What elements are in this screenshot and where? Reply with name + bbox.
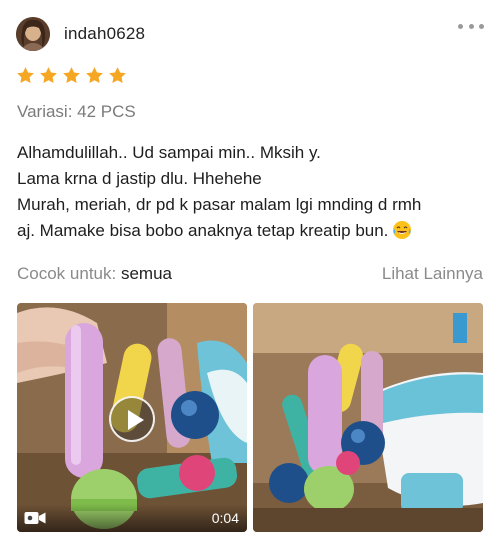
laughing-tears-emoji-icon	[393, 221, 412, 239]
avatar[interactable]	[16, 17, 50, 51]
review-line: Alhamdulillah.. Ud sampai min.. Mksih y.	[17, 143, 321, 162]
star-rating	[16, 66, 127, 85]
avatar-photo	[16, 17, 50, 51]
more-dots-icon[interactable]	[458, 20, 484, 32]
play-icon[interactable]	[109, 396, 155, 442]
star-icon	[40, 67, 57, 84]
toy-photo	[253, 303, 483, 532]
username[interactable]: indah0628	[64, 24, 145, 44]
variation-label: Variasi: 42 PCS	[17, 102, 136, 121]
star-icon	[63, 67, 80, 84]
star-icon	[109, 67, 126, 84]
see-more-link[interactable]: Lihat Lainnya	[382, 264, 483, 284]
review-header: indah0628	[16, 14, 486, 54]
review-text: Alhamdulillah.. Ud sampai min.. Mksih y.…	[17, 140, 491, 244]
video-duration: 0:04	[211, 510, 239, 526]
suitable-value: semua	[120, 264, 172, 283]
video-info-bar: 0:04	[17, 504, 247, 532]
review-line: Lama krna d jastip dlu. Hhehehe	[17, 169, 262, 188]
video-camera-icon	[24, 512, 46, 524]
suitable-for: Cocok untuk: semua	[17, 264, 172, 284]
star-icon	[86, 67, 103, 84]
review-line: Murah, meriah, dr pd k pasar malam lgi m…	[17, 195, 422, 214]
suitable-label: Cocok untuk:	[17, 264, 117, 283]
review-line: aj. Mamake bisa bobo anaknya tetap kreat…	[17, 221, 389, 240]
review-video-thumbnail[interactable]: 0:04	[17, 303, 247, 532]
star-icon	[17, 67, 34, 84]
review-photo-thumbnail[interactable]	[253, 303, 483, 532]
